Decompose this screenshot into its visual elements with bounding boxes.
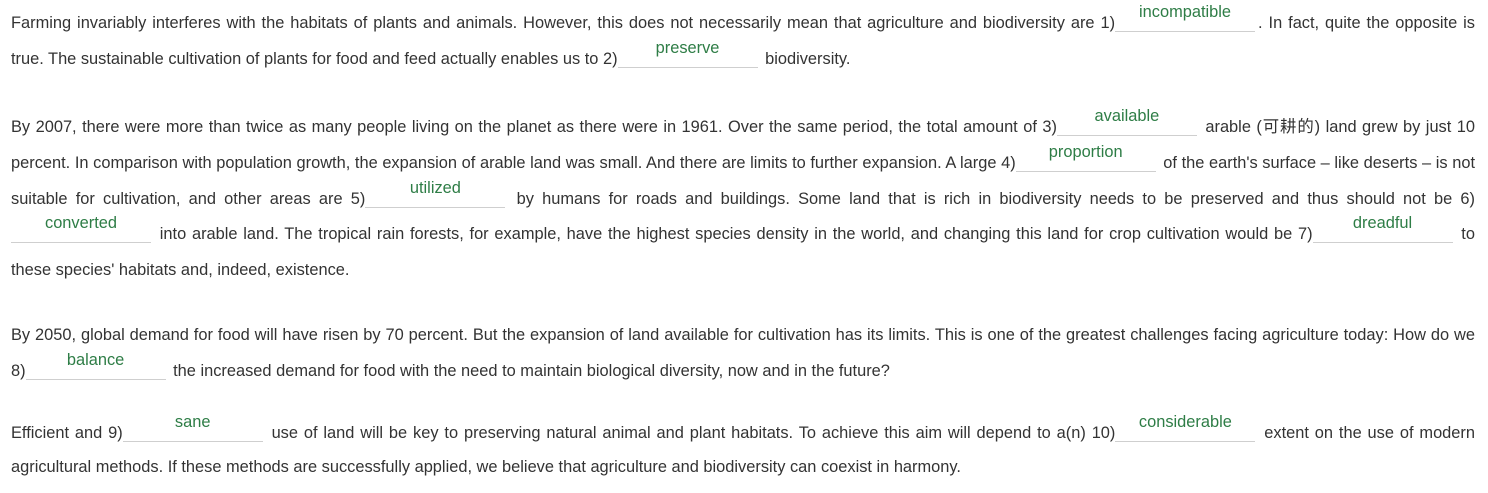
answer-text: preserve	[655, 38, 720, 57]
answer-blank-3[interactable]: available	[1056, 107, 1197, 136]
passage-text: into arable land. The tropical rain fore…	[154, 225, 1313, 244]
paragraph-4: Efficient and 9) sane use of land will be…	[11, 413, 1475, 484]
passage-text: the increased demand for food with the n…	[168, 361, 890, 380]
answer-text: converted	[45, 214, 117, 233]
answer-blank-10[interactable]: considerable	[1115, 413, 1256, 442]
passage-text: Efficient and 9)	[11, 424, 123, 442]
paragraph-3: By 2050, global demand for food will hav…	[11, 318, 1475, 390]
answer-blank-1[interactable]: incompatible	[1115, 3, 1256, 32]
answer-blank-6[interactable]: converted	[11, 214, 151, 244]
passage-text: use of land will be key to preserving na…	[265, 424, 1116, 442]
answer-blank-4[interactable]: proportion	[1015, 143, 1156, 172]
passage-text: Farming invariably interferes with the h…	[11, 14, 1116, 32]
answer-text: dreadful	[1352, 214, 1413, 233]
answer-text: considerable	[1138, 413, 1232, 431]
passage-text: biodiversity.	[760, 49, 851, 68]
paragraph-2: By 2007, there were more than twice as m…	[11, 107, 1475, 289]
answer-text: sane	[174, 413, 211, 431]
answer-text: incompatible	[1139, 3, 1232, 21]
answer-blank-8[interactable]: balance	[25, 351, 166, 380]
answer-text: proportion	[1048, 142, 1123, 161]
passage-text: by humans for roads and buildings. Some …	[508, 189, 1475, 208]
answer-text: available	[1094, 107, 1160, 125]
answer-blank-9[interactable]: sane	[122, 413, 263, 442]
answer-text: utilized	[409, 178, 461, 197]
answer-blank-7[interactable]: dreadful	[1312, 214, 1453, 244]
paragraph-1: Farming invariably interferes with the h…	[11, 3, 1475, 78]
answer-blank-5[interactable]: utilized	[365, 179, 506, 208]
answer-blank-2[interactable]: preserve	[617, 39, 758, 68]
answer-text: balance	[66, 350, 125, 369]
passage-text: By 2007, there were more than twice as m…	[11, 118, 1057, 136]
